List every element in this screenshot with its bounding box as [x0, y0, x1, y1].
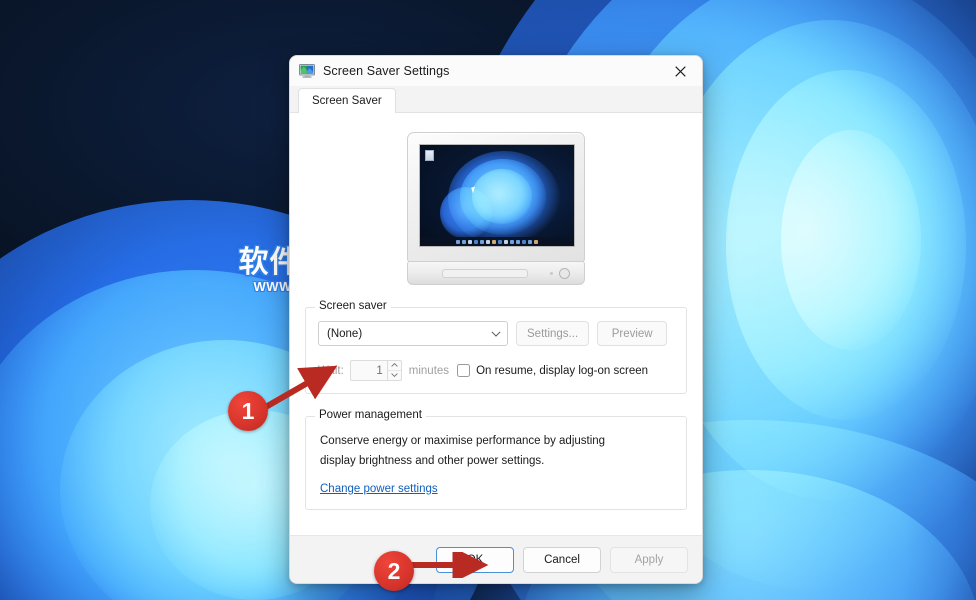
screen-saver-dropdown[interactable]: (None) — [318, 321, 508, 346]
power-management-group: Power management Conserve energy or maxi… — [305, 409, 687, 510]
annotation-arrow-2 — [408, 547, 498, 583]
preview-ribbon — [440, 187, 492, 239]
monitor-preview-area — [305, 113, 687, 285]
taskbar-icon — [510, 239, 514, 244]
on-resume-checkbox[interactable] — [457, 364, 471, 377]
on-resume-checkbox-label: On resume, display log-on screen — [476, 364, 649, 377]
power-description-line2: display brightness and other power setti… — [320, 455, 545, 467]
preview-button[interactable]: Preview — [597, 321, 668, 346]
dialog-title: Screen Saver Settings — [323, 64, 450, 78]
stepper-buttons[interactable] — [386, 361, 401, 381]
monitor-power-button-icon — [559, 268, 570, 279]
cancel-button[interactable]: Cancel — [523, 546, 601, 573]
monitor-led-icon — [550, 272, 553, 275]
tab-screen-saver[interactable]: Screen Saver — [298, 88, 396, 113]
wallpaper-ribbon — [781, 130, 921, 350]
taskbar-icon — [462, 239, 466, 244]
annotation-marker-2: 2 — [374, 551, 414, 591]
display-monitor-icon — [299, 64, 315, 78]
power-description-line1: Conserve energy or maximise performance … — [320, 435, 606, 447]
annotation-marker-2-number: 2 — [387, 557, 401, 584]
preview-button-label: Preview — [611, 327, 653, 340]
taskbar-icon — [456, 239, 460, 244]
minutes-label: minutes — [408, 364, 450, 377]
desktop-shortcut-icon — [425, 150, 434, 161]
wait-row: Wait: 1 minutes — [318, 360, 674, 381]
taskbar-icon — [534, 239, 538, 244]
screen-saver-settings-dialog: Screen Saver Settings Screen Saver Scree… — [289, 55, 703, 584]
settings-button[interactable]: Settings... — [516, 321, 590, 346]
change-power-settings-link[interactable]: Change power settings — [320, 483, 438, 495]
screen-saver-group: Screen saver (None) Settings... Preview — [305, 300, 687, 394]
chevron-down-icon — [491, 330, 501, 337]
screen-saver-dropdown-value: (None) — [327, 327, 363, 340]
screen-saver-controls-row: (None) Settings... Preview — [318, 321, 674, 346]
settings-button-label: Settings... — [527, 327, 579, 340]
taskbar-icon — [498, 239, 502, 244]
close-icon — [674, 65, 686, 77]
preview-taskbar — [420, 237, 574, 246]
monitor-bezel — [407, 132, 585, 262]
wait-minutes-stepper[interactable]: 1 — [349, 360, 402, 381]
monitor-base — [407, 261, 585, 285]
close-button[interactable] — [658, 56, 702, 86]
annotation-arrow-1 — [258, 360, 348, 420]
taskbar-icon — [516, 239, 520, 244]
wait-minutes-value: 1 — [376, 364, 383, 377]
cancel-button-label: Cancel — [544, 553, 580, 566]
stepper-up-icon[interactable] — [387, 361, 401, 371]
screen-saver-group-label: Screen saver — [315, 300, 391, 312]
taskbar-icon — [528, 239, 532, 244]
tab-label: Screen Saver — [312, 95, 382, 107]
annotation-marker-1: 1 — [228, 391, 268, 431]
dialog-titlebar: Screen Saver Settings — [290, 56, 702, 86]
monitor-slot — [442, 269, 528, 278]
taskbar-icon — [486, 239, 490, 244]
taskbar-icon — [504, 239, 508, 244]
apply-button[interactable]: Apply — [610, 546, 688, 573]
taskbar-icon — [492, 239, 496, 244]
taskbar-icon — [480, 239, 484, 244]
monitor-preview — [407, 132, 585, 285]
taskbar-icon — [522, 239, 526, 244]
tab-strip: Screen Saver — [290, 86, 702, 113]
desktop-background: 软件自学网 WWW.RJZXW.COM Screen Saver Setting… — [0, 0, 976, 600]
monitor-screen — [419, 144, 575, 247]
apply-button-label: Apply — [634, 553, 664, 566]
stepper-down-icon[interactable] — [388, 371, 401, 381]
taskbar-icon — [474, 239, 478, 244]
dialog-body: Screen saver (None) Settings... Preview — [290, 113, 702, 535]
annotation-marker-1-number: 1 — [241, 397, 255, 424]
taskbar-icon — [468, 239, 472, 244]
